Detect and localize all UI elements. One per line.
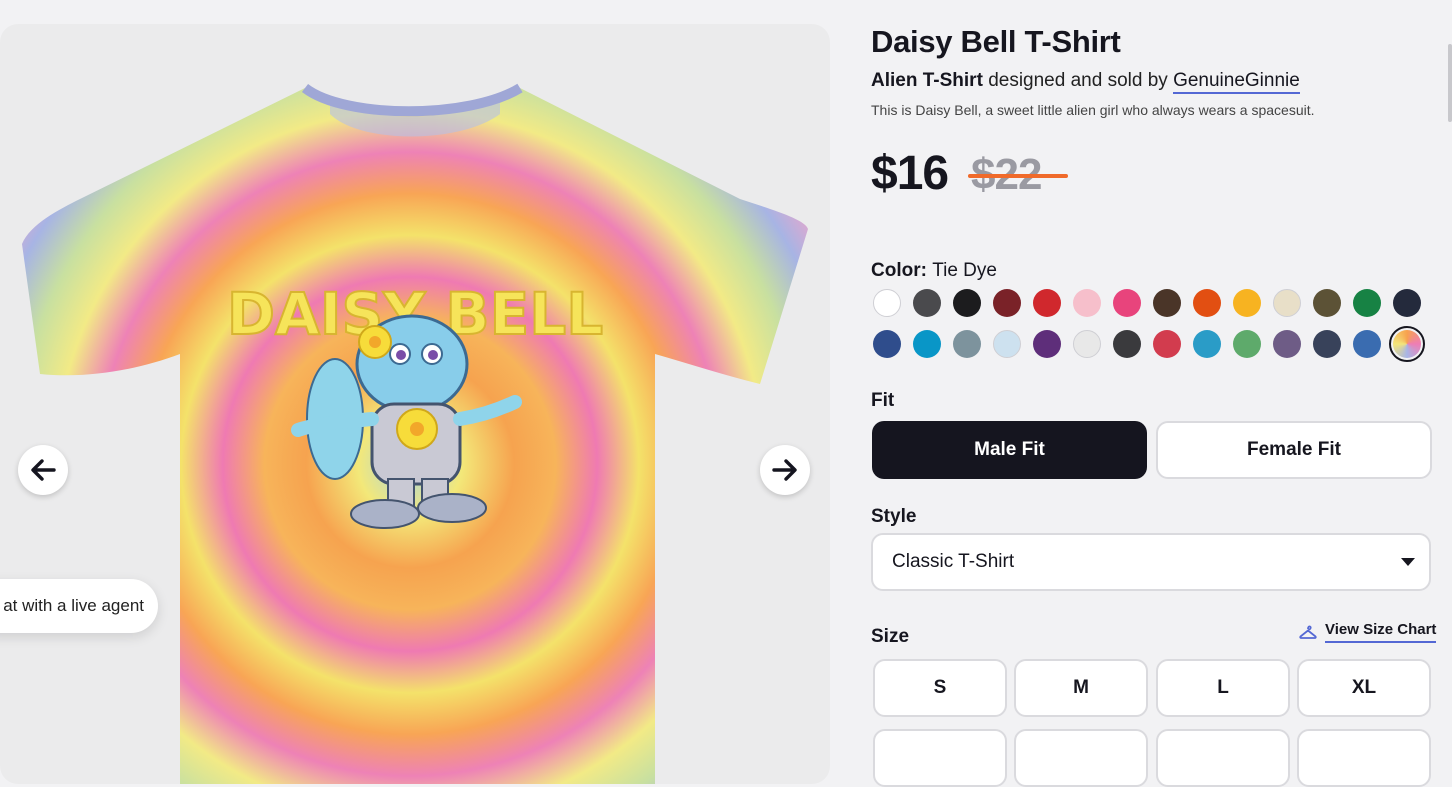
view-size-chart-link[interactable]: View Size Chart <box>1299 621 1437 643</box>
size-xl-button[interactable]: XL <box>1297 659 1431 717</box>
color-label: Color: Tie Dye <box>871 260 997 282</box>
color-swatch-turquoise[interactable] <box>913 330 941 358</box>
price-strikethrough <box>968 174 1068 178</box>
color-swatch-maroon[interactable] <box>993 289 1021 317</box>
style-label: Style <box>871 506 917 527</box>
color-swatch-purple[interactable] <box>1033 330 1061 358</box>
product-byline: Alien T-Shirt designed and sold by Genui… <box>871 70 1300 94</box>
color-swatch-cream[interactable] <box>1273 289 1301 317</box>
product-title: Daisy Bell T-Shirt <box>871 24 1121 59</box>
size-5xl-button[interactable] <box>1297 729 1431 787</box>
product-image-panel: DAISY BELL <box>0 24 830 784</box>
size-2xl-button[interactable] <box>873 729 1007 787</box>
selected-color: Tie Dye <box>932 260 997 281</box>
product-image: DAISY BELL <box>22 83 808 784</box>
color-swatch-slate[interactable] <box>953 330 981 358</box>
color-swatch-tie-dye[interactable] <box>1389 326 1425 362</box>
color-swatch-hot-pink[interactable] <box>1113 289 1141 317</box>
page-scrollbar[interactable] <box>1446 0 1452 736</box>
product-type: Alien T-Shirt <box>871 70 983 91</box>
color-swatch-charcoal[interactable] <box>913 289 941 317</box>
size-s-button[interactable]: S <box>873 659 1007 717</box>
style-select[interactable]: Classic T-Shirt <box>871 533 1431 591</box>
color-swatch-navy[interactable] <box>1393 289 1421 317</box>
scrollbar-thumb[interactable] <box>1448 44 1452 122</box>
color-swatch-heather-green[interactable] <box>1233 330 1261 358</box>
size-label: Size <box>871 626 910 647</box>
color-swatch-light-pink[interactable] <box>1073 289 1101 317</box>
size-4xl-button[interactable] <box>1156 729 1290 787</box>
color-swatch-heather-white[interactable] <box>1073 330 1101 358</box>
artist-link[interactable]: GenuineGinnie <box>1173 70 1300 94</box>
live-chat-label: at with a live agent <box>3 596 144 615</box>
arrow-right-icon <box>772 459 797 481</box>
color-swatch-heather-red[interactable] <box>1153 330 1181 358</box>
color-swatch-red[interactable] <box>1033 289 1061 317</box>
previous-image-button[interactable] <box>18 445 68 495</box>
size-l-button[interactable]: L <box>1156 659 1290 717</box>
color-swatch-gold[interactable] <box>1233 289 1261 317</box>
color-swatch-dark-heather[interactable] <box>1113 330 1141 358</box>
color-swatch-heather-royal[interactable] <box>1353 330 1381 358</box>
color-swatch-heather-purple[interactable] <box>1273 330 1301 358</box>
male-fit-button[interactable]: Male Fit <box>872 421 1147 479</box>
byline-text: designed and sold by <box>988 70 1168 91</box>
color-swatch-heather-navy[interactable] <box>1313 330 1341 358</box>
sale-price: $16 <box>871 147 949 200</box>
next-image-button[interactable] <box>760 445 810 495</box>
arrow-left-icon <box>31 459 56 481</box>
style-select-value: Classic T-Shirt <box>892 551 1015 572</box>
product-description: This is Daisy Bell, a sweet little alien… <box>871 102 1315 118</box>
live-chat-button[interactable]: at with a live agent <box>0 579 158 633</box>
size-m-button[interactable]: M <box>1014 659 1148 717</box>
color-swatch-olive[interactable] <box>1313 289 1341 317</box>
color-label-text: Color: <box>871 260 927 281</box>
color-swatch-heather-turquoise[interactable] <box>1193 330 1221 358</box>
color-swatch-brown[interactable] <box>1153 289 1181 317</box>
color-swatch-royal-heather[interactable] <box>873 330 901 358</box>
view-size-chart-label: View Size Chart <box>1325 621 1437 643</box>
color-swatch-black[interactable] <box>953 289 981 317</box>
color-swatch-light-blue[interactable] <box>993 330 1021 358</box>
size-3xl-button[interactable] <box>1014 729 1148 787</box>
chevron-down-icon <box>1401 558 1415 566</box>
color-swatch-white[interactable] <box>873 289 901 317</box>
hanger-icon <box>1299 625 1317 639</box>
fit-label: Fit <box>871 390 895 411</box>
female-fit-button[interactable]: Female Fit <box>1156 421 1432 479</box>
color-swatch-orange[interactable] <box>1193 289 1221 317</box>
color-swatch-kelly-green[interactable] <box>1353 289 1381 317</box>
